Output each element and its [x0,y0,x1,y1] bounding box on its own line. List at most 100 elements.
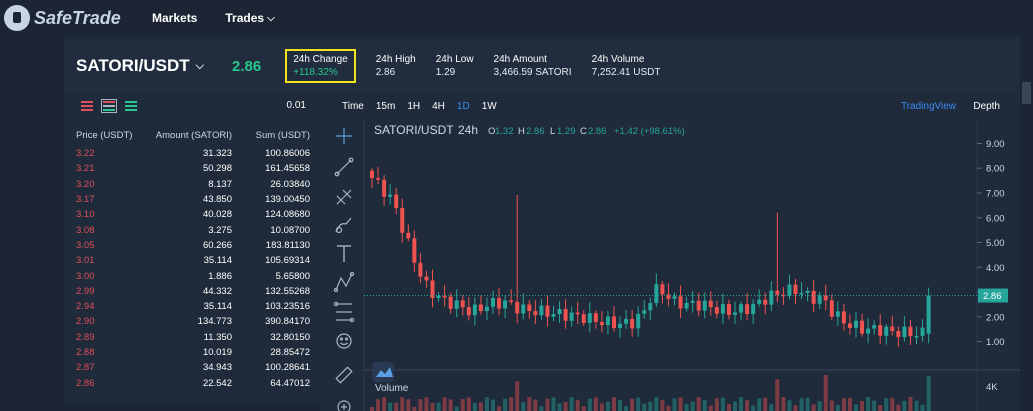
brush-tool-icon[interactable] [335,217,352,234]
order-book-row[interactable]: 3.17 43.850 139.00450 [64,192,320,207]
text-tool-icon[interactable] [337,245,351,262]
row-price: 3.21 [76,163,95,175]
order-book-row[interactable]: 3.08 3.275 10.08700 [64,222,320,237]
candle-body [878,325,883,336]
volume-bar [442,397,447,411]
order-book: 0.01 Price (USDT) Amount (SATORI) Sum (U… [64,94,320,411]
tradingview-tab[interactable]: TradingView [901,101,956,112]
tf-4h[interactable]: 4H [432,101,445,112]
crosshair-tool-icon[interactable] [336,128,352,144]
orderbook-sells-only-icon[interactable] [80,100,94,112]
volume-label: Volume [375,383,409,394]
stat-24h-change: 24h Change +118.32% [285,49,356,83]
precision-selector[interactable]: 0.01 [287,100,306,111]
pattern-tool-icon[interactable] [333,271,355,293]
candle-body [478,304,483,312]
volume-bar [412,406,417,411]
order-book-row[interactable]: 3.01 35.114 105.69314 [64,253,320,268]
volume-bar [739,397,744,411]
order-book-row[interactable]: 3.05 60.266 183.81130 [64,238,320,253]
tf-1w[interactable]: 1W [482,101,497,112]
order-book-header: Price (USDT) Amount (SATORI) Sum (USDT) [64,124,320,146]
price-chart[interactable]: SATORI/USDT 24h O 1.32 H 2.86 L 1.29 C 2… [322,118,1020,411]
candle-body [484,306,489,312]
volume-bar [563,401,568,411]
row-price: 3.20 [76,178,95,190]
fib-tool-icon[interactable] [336,189,352,205]
volume-bar [823,375,828,411]
candle-body [503,300,508,309]
volume-bar [841,398,846,411]
order-book-row[interactable]: 2.89 11.350 32.80150 [64,330,320,345]
order-book-row[interactable]: 2.87 34.943 100.28641 [64,360,320,375]
tradingview-logo-icon[interactable] [372,362,394,382]
candle-body [521,304,526,314]
tf-1d[interactable]: 1D [457,101,470,112]
row-amount: 10.019 [202,347,232,358]
volume-bar [587,398,592,411]
candle-body [841,311,846,324]
row-amount: 35.114 [203,255,232,267]
order-book-row[interactable]: 2.88 10.019 28.85472 [64,345,320,360]
scrollbar-thumb[interactable] [1022,82,1031,104]
order-book-row[interactable]: 2.90 134.773 390.84170 [64,314,320,329]
volume-bar [884,398,889,411]
order-book-row[interactable]: 2.86 22.542 64.47012 [64,375,320,390]
order-book-row[interactable]: 3.21 50.298 161.45658 [64,161,320,176]
order-book-row[interactable]: 3.00 1.886 5.65800 [64,268,320,283]
emoji-tool-icon[interactable] [336,333,352,349]
nav-trades[interactable]: Trades ⌵ [225,11,274,25]
brand-logo[interactable]: SafeTrade [4,5,144,31]
candle-body [394,194,399,209]
volume-bar [690,401,695,411]
y-tick-label: 7.00 [986,188,1005,199]
candle-body [751,303,756,314]
row-price: 3.01 [76,255,95,267]
tf-15m[interactable]: 15m [376,101,395,112]
order-book-row[interactable]: 3.20 8.137 26.03840 [64,177,320,192]
chevron-down-icon: ⌵ [267,12,275,24]
tf-1h[interactable]: 1H [407,101,420,112]
row-price: 3.08 [76,224,95,236]
ruler-tool-icon[interactable] [335,366,353,384]
row-amount: 35.114 [203,301,232,313]
candle-body [733,312,737,315]
row-price: 2.90 [76,316,95,328]
row-sum: 64.47012 [270,377,310,389]
volume-bar [418,399,423,411]
trend-line-tool-icon[interactable] [334,157,354,177]
zoom-in-tool-icon[interactable] [337,400,351,411]
volume-bar [382,397,387,411]
order-book-row[interactable]: 3.22 31.323 100.86006 [64,146,320,161]
volume-bar [920,404,925,411]
pair-selector[interactable]: SATORI/USDT ⌵ [76,56,204,76]
candle-body [376,178,381,180]
col-price: Price (USDT) [76,129,133,141]
measure-tool-icon[interactable] [333,301,355,323]
orderbook-both-icon[interactable] [101,99,117,113]
candle-body [587,313,592,324]
volume-bar [430,402,435,411]
order-book-row[interactable]: 3.10 40.028 124.08680 [64,207,320,222]
volume-bar [787,400,792,411]
order-book-row[interactable]: 2.99 44.332 132.55268 [64,284,320,299]
volume-bar [612,397,616,411]
depth-tab[interactable]: Depth [973,101,1000,112]
orderbook-buys-only-icon[interactable] [124,100,138,112]
volume-bar [805,397,810,411]
row-amount: 1.886 [208,270,232,282]
row-sum: 26.03840 [270,178,310,190]
candlesticks [370,167,931,348]
order-book-row[interactable]: 2.94 35.114 103.23516 [64,299,320,314]
legend-pair: SATORI/USDT [374,123,454,137]
nav-markets[interactable]: Markets [152,11,197,25]
stat-value: 7,252.41 USDT [591,67,661,78]
volume-bar [914,400,919,411]
candle-body [642,310,647,314]
tf-time[interactable]: Time [342,101,364,112]
candle-body [805,290,810,293]
order-book-toolbar: 0.01 [64,94,320,118]
candle-body [624,319,629,324]
market-header: SATORI/USDT ⌵ 2.86 24h Change +118.32% 2… [64,40,1020,92]
volume-bar [545,398,550,411]
